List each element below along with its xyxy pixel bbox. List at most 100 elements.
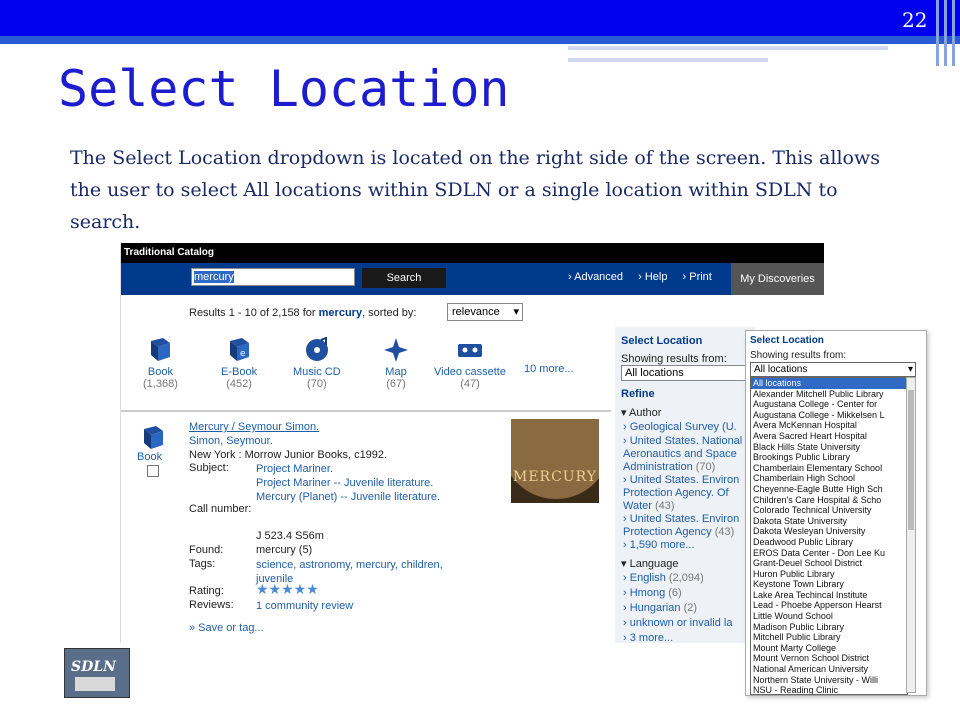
format-label: Video cassette	[434, 366, 506, 378]
help-link[interactable]: › Help	[638, 271, 667, 283]
subject-link[interactable]: Project Mariner -- Juvenile literature.	[256, 476, 440, 490]
search-value: mercury	[194, 271, 234, 283]
record-title-link[interactable]: Mercury / Seymour Simon.	[189, 420, 387, 434]
format-count: (452)	[226, 378, 252, 390]
facet-author-more[interactable]: › 1,590 more...	[623, 539, 753, 552]
location-option[interactable]: Avera McKennan Hospital	[751, 420, 907, 431]
location-option[interactable]: Dakota State University	[751, 516, 907, 527]
facet-author-item[interactable]: › United States. Environ Protection Agen…	[623, 513, 753, 539]
decor-vline	[936, 0, 939, 66]
facet-author-item[interactable]: › United States. National Aeronautics an…	[623, 435, 753, 474]
scrollbar-thumb[interactable]	[908, 390, 914, 530]
location-option[interactable]: Little Wound School	[751, 611, 907, 622]
location-option[interactable]: Mitchell Public Library	[751, 632, 907, 643]
tags-label: Tags:	[189, 558, 216, 570]
format-label: Music CD	[293, 366, 341, 378]
results-summary: Results 1 - 10 of 2,158 for mercury, sor…	[189, 307, 416, 319]
location-option[interactable]: Augustana College - Mikkelsen L	[751, 410, 907, 421]
facet-name: English	[629, 572, 666, 584]
location-select[interactable]: All locations	[621, 365, 751, 381]
call-number: J 523.4 S56m	[256, 530, 324, 542]
location-option[interactable]: Chamberlain High School	[751, 473, 907, 484]
music-cd-icon	[305, 337, 328, 361]
decor-vline	[944, 0, 947, 66]
divider	[121, 410, 611, 412]
location-option[interactable]: Children's Care Hospital & Scho	[751, 495, 907, 506]
location-option[interactable]: Deadwood Public Library	[751, 537, 907, 548]
location-option[interactable]: Northern State University - Willi	[751, 675, 907, 686]
dropdown-title: Select Location	[750, 335, 824, 346]
dropdown-scrollbar[interactable]	[906, 377, 916, 693]
location-option[interactable]: Mount Vernon School District	[751, 653, 907, 664]
location-option[interactable]: Lead - Phoebe Apperson Hearst	[751, 600, 907, 611]
location-option[interactable]: Grant-Deuel School District	[751, 558, 907, 569]
call-number-label: Call number:	[189, 503, 252, 515]
refine-heading: Refine	[621, 388, 655, 400]
location-option[interactable]: Keystone Town Library	[751, 579, 907, 590]
location-option[interactable]: Dakota Wesleyan University	[751, 526, 907, 537]
location-option[interactable]: Brookings Public Library	[751, 452, 907, 463]
subject-link[interactable]: Mercury (Planet) -- Juvenile literature.	[256, 490, 440, 504]
print-link[interactable]: › Print	[683, 271, 712, 283]
format-ebook[interactable]: e E-Book (452)	[221, 337, 257, 390]
reviews-link[interactable]: 1 community review	[256, 599, 353, 613]
location-option[interactable]: National American University	[751, 664, 907, 675]
location-option[interactable]: All locations	[751, 378, 907, 389]
facet-count: (43)	[655, 500, 675, 512]
advanced-link[interactable]: › Advanced	[568, 271, 623, 283]
search-input[interactable]: mercury	[191, 268, 355, 286]
format-music-cd[interactable]: Music CD (70)	[293, 337, 341, 390]
location-option[interactable]: Chamberlain Elementary School	[751, 463, 907, 474]
facet-name: Hmong	[629, 587, 666, 599]
subject-label: Subject:	[189, 462, 229, 474]
record-publisher: New York : Morrow Junior Books, c1992.	[189, 449, 388, 461]
format-map[interactable]: Map (67)	[383, 337, 409, 390]
decor-line	[568, 46, 888, 50]
nav-links: › Advanced › Help › Print	[568, 271, 724, 283]
subject-list: Project Mariner. Project Mariner -- Juve…	[256, 462, 440, 504]
sort-select[interactable]: relevance	[447, 303, 523, 321]
format-count: (67)	[386, 378, 406, 390]
formats-more-link[interactable]: 10 more...	[524, 363, 574, 375]
my-discoveries-tab[interactable]: My Discoveries	[731, 263, 824, 295]
location-option[interactable]: Lake Area Techincal Institute	[751, 590, 907, 601]
location-select-expanded[interactable]: All locations	[750, 362, 916, 377]
location-option[interactable]: EROS Data Center - Don Lee Ku	[751, 548, 907, 559]
facet-language-item[interactable]: › unknown or invalid la	[623, 617, 753, 630]
facet-language-more[interactable]: › 3 more...	[623, 632, 753, 643]
format-count: (70)	[307, 378, 327, 390]
location-option[interactable]: Madison Public Library	[751, 622, 907, 633]
subject-link[interactable]: Project Mariner.	[256, 462, 440, 476]
map-icon	[384, 338, 408, 362]
save-tag-link[interactable]: » Save or tag...	[189, 621, 264, 635]
search-button[interactable]: Search	[362, 268, 446, 288]
location-option[interactable]: Colorado Technical University	[751, 505, 907, 516]
facet-author-item[interactable]: › United States. Environ Protection Agen…	[623, 474, 753, 513]
location-option[interactable]: Avera Sacred Heart Hospital	[751, 431, 907, 442]
location-option[interactable]: Mount Marty College	[751, 643, 907, 654]
location-options-list: All locations Alexander Mitchell Public L…	[750, 377, 908, 695]
sdln-logo: SDLN	[64, 648, 130, 698]
location-option[interactable]: Alexander Mitchell Public Library	[751, 389, 907, 400]
facet-language-item[interactable]: › Hungarian (2)	[623, 602, 753, 615]
location-option[interactable]: NSU - Reading Clinic	[751, 685, 907, 694]
record-author-link[interactable]: Simon, Seymour.	[189, 434, 387, 448]
format-video-cassette[interactable]: Video cassette (47)	[434, 337, 506, 390]
facet-author-item[interactable]: › Geological Survey (U.	[623, 421, 753, 434]
author-facet-heading[interactable]: ▾ Author	[621, 406, 661, 419]
language-heading-label: Language	[629, 558, 679, 570]
facet-count: (2,094)	[668, 572, 704, 584]
location-option[interactable]: Cheyenne-Eagle Butte High Sch	[751, 484, 907, 495]
location-option[interactable]: Black Hills State University	[751, 442, 907, 453]
dropdown-showing-label: Showing results from:	[750, 350, 847, 361]
language-facet-heading[interactable]: ▾ Language	[621, 557, 679, 570]
location-option[interactable]: Augustana College - Center for	[751, 399, 907, 410]
logo-text: SDLN	[71, 659, 116, 675]
location-option[interactable]: Huron Public Library	[751, 569, 907, 580]
facet-language-item[interactable]: › Hmong (6)	[623, 587, 753, 600]
record-select-checkbox[interactable]	[147, 465, 159, 477]
facet-language-item[interactable]: › English (2,094)	[623, 572, 753, 585]
facet-count: (6)	[668, 587, 682, 599]
format-book[interactable]: Book (1,368)	[143, 337, 178, 390]
rating-stars[interactable]: ★★★★★	[256, 582, 319, 596]
